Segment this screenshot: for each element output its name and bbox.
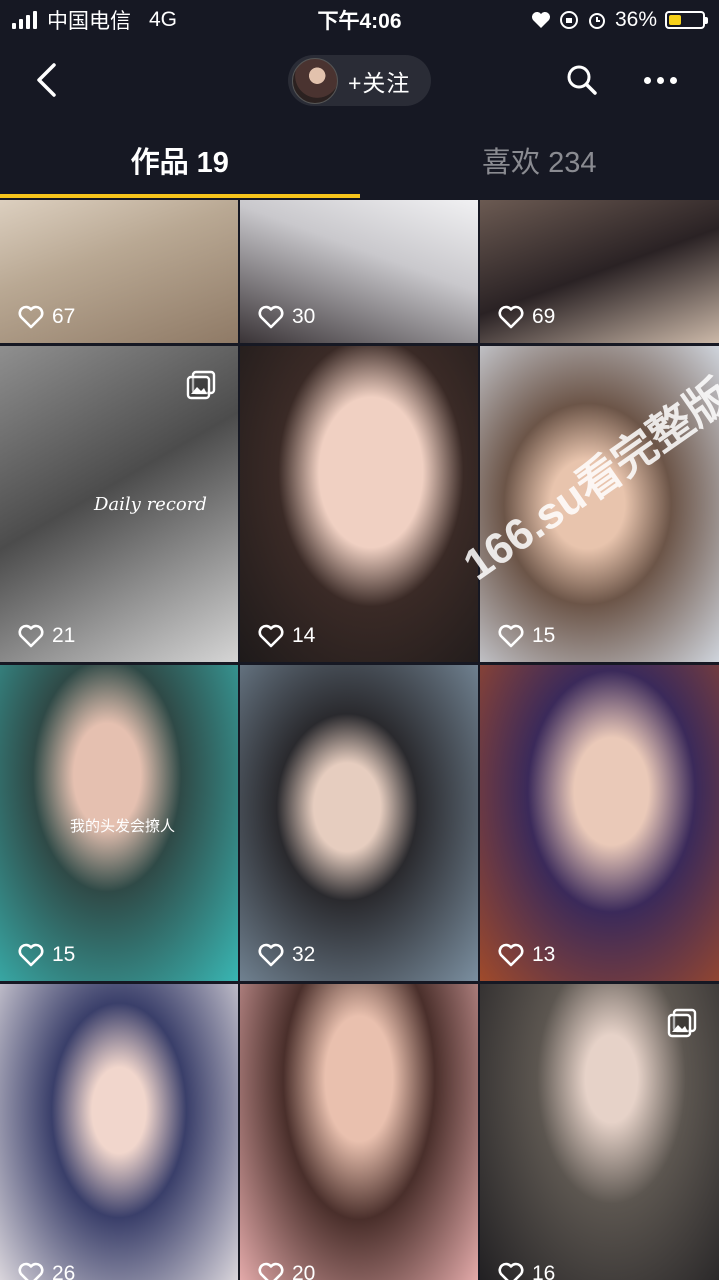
video-tile[interactable]: 16	[480, 984, 719, 1280]
tile-caption: 我的头发会撩人	[70, 817, 176, 835]
like-count: 67	[18, 305, 75, 329]
like-count-value: 15	[532, 624, 556, 647]
heart-icon	[531, 12, 550, 28]
more-icon	[643, 76, 651, 84]
search-icon	[567, 65, 597, 95]
tile-caption: Daily record	[94, 494, 207, 515]
avatar[interactable]	[292, 57, 338, 104]
heart-outline-icon	[18, 1262, 44, 1280]
search-button[interactable]	[560, 58, 604, 102]
more-button[interactable]	[636, 58, 684, 102]
video-tile[interactable]: 15	[480, 346, 719, 662]
like-count: 16	[498, 1262, 555, 1280]
heart-outline-icon	[18, 943, 44, 967]
like-count-value: 21	[52, 624, 76, 647]
like-count: 21	[18, 624, 75, 648]
video-tile[interactable]: 26	[0, 984, 238, 1280]
like-count: 13	[498, 943, 555, 967]
heart-outline-icon	[18, 624, 44, 648]
follow-label: +关注	[348, 69, 411, 96]
like-count-value: 13	[532, 943, 556, 966]
like-count: 26	[18, 1262, 75, 1280]
video-tile[interactable]: 32	[240, 665, 478, 981]
video-tile[interactable]: 13	[480, 665, 719, 981]
like-count-value: 14	[292, 624, 316, 647]
like-count: 15	[498, 624, 555, 648]
video-grid: 67 30 69 Daily record 21 14 15 我的头发会撩人 1…	[0, 200, 719, 1280]
like-count-value: 16	[532, 1262, 556, 1280]
video-tile[interactable]: 20	[240, 984, 478, 1280]
heart-outline-icon	[498, 305, 524, 329]
like-count-value: 26	[52, 1262, 76, 1280]
tab-works[interactable]: 作品 19	[0, 122, 360, 198]
video-tile[interactable]: 我的头发会撩人 15	[0, 665, 238, 981]
profile-tabs: 作品 19 喜欢 234	[0, 122, 719, 198]
like-count: 20	[258, 1262, 315, 1280]
heart-outline-icon	[258, 943, 284, 967]
video-tile[interactable]: Daily record 21	[0, 346, 238, 662]
heart-outline-icon	[498, 624, 524, 648]
follow-button[interactable]: +关注	[288, 55, 431, 106]
like-count: 14	[258, 624, 315, 648]
battery-icon	[665, 11, 708, 29]
alarm-icon	[588, 13, 605, 29]
heart-outline-icon	[498, 1262, 524, 1280]
like-count: 30	[258, 305, 315, 329]
like-count: 69	[498, 305, 555, 329]
multi-image-icon	[667, 1008, 697, 1038]
network-label: 4G	[149, 8, 178, 31]
video-tile[interactable]: 67	[0, 200, 238, 343]
multi-image-icon	[186, 370, 216, 400]
signal-icon	[12, 11, 37, 29]
orientation-lock-icon	[559, 11, 578, 29]
status-bar: 中国电信 4G 下午4:06 36%	[0, 0, 719, 40]
like-count-value: 32	[292, 943, 316, 966]
like-count-value: 67	[52, 305, 76, 328]
tab-indicator	[0, 194, 360, 198]
heart-outline-icon	[258, 624, 284, 648]
heart-outline-icon	[498, 943, 524, 967]
heart-outline-icon	[258, 305, 284, 329]
nav-bar: +关注	[0, 40, 719, 122]
video-tile[interactable]: 14	[240, 346, 478, 662]
back-button[interactable]	[24, 58, 68, 102]
heart-outline-icon	[18, 305, 44, 329]
tab-likes[interactable]: 喜欢 234	[360, 122, 719, 198]
like-count: 15	[18, 943, 75, 967]
battery-percent: 36%	[614, 8, 657, 31]
like-count-value: 20	[292, 1262, 316, 1280]
video-tile[interactable]: 30	[240, 200, 478, 343]
video-tile[interactable]: 69	[480, 200, 719, 343]
carrier-label: 中国电信	[47, 10, 131, 33]
back-arrow-icon	[37, 63, 56, 97]
like-count: 32	[258, 943, 315, 967]
like-count-value: 30	[292, 305, 316, 328]
like-count-value: 15	[52, 943, 76, 966]
like-count-value: 69	[532, 305, 556, 328]
heart-outline-icon	[258, 1262, 284, 1280]
